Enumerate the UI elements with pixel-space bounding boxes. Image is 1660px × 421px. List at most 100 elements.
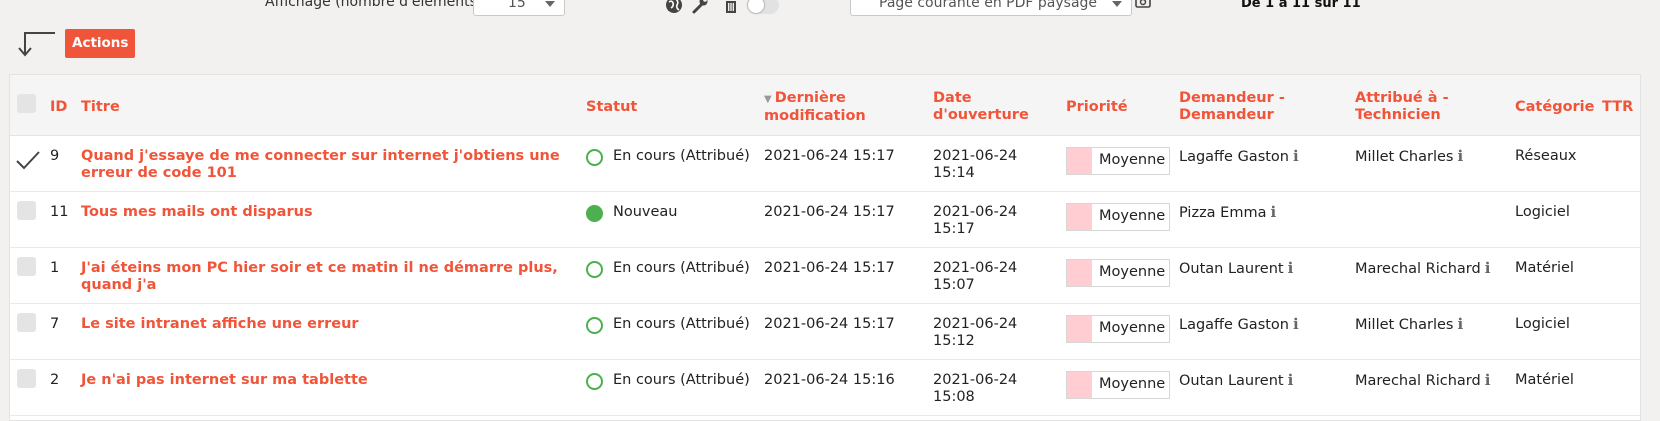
ticket-modified: 2021-06-24 15:17 [764, 204, 895, 220]
checkmark-icon[interactable] [16, 150, 40, 170]
info-icon[interactable]: ℹ [1288, 259, 1294, 277]
ticket-opened: 2021-06-24 15:17 [933, 204, 1018, 237]
ticket-title-link[interactable]: Tous mes mails ont disparus [81, 204, 313, 221]
export-format-value: Page courante en PDF paysage [879, 0, 1098, 11]
col-last-modified[interactable]: ▼ Dernière modification [764, 90, 866, 125]
ticket-id: 7 [50, 316, 60, 332]
ticket-modified: 2021-06-24 15:17 [764, 260, 895, 276]
ticket-opened: 2021-06-24 15:08 [933, 372, 1018, 405]
ticket-modified: 2021-06-24 15:17 [764, 148, 895, 164]
ticket-category: Matériel [1515, 372, 1574, 388]
col-requester[interactable]: Demandeur - Demandeur [1179, 90, 1285, 124]
status-open-icon [586, 149, 603, 166]
ticket-category: Matériel [1515, 260, 1574, 276]
wrench-icon[interactable] [691, 0, 709, 14]
toggle-switch[interactable] [747, 0, 779, 14]
display-count-select[interactable]: 15 [473, 0, 565, 16]
ticket-opened: 2021-06-24 15:12 [933, 316, 1018, 349]
ticket-id: 9 [50, 148, 60, 164]
col-ttr[interactable]: TTR [1602, 99, 1633, 116]
col-open-date[interactable]: Date d'ouverture [933, 90, 1029, 124]
ticket-assigned: Marechal Richard ℹ [1355, 371, 1491, 390]
row-checkbox[interactable] [17, 313, 36, 332]
sort-desc-icon: ▼ [764, 94, 772, 105]
priority-swatch [1067, 260, 1092, 286]
ticket-id: 2 [50, 372, 60, 388]
tickets-table: ID Titre Statut ▼ Dernière modification D… [9, 74, 1641, 421]
arrow-down-left-icon [18, 32, 55, 57]
ticket-modified: 2021-06-24 15:16 [764, 372, 895, 388]
ticket-assigned: Marechal Richard ℹ [1355, 259, 1491, 278]
ticket-status: Nouveau [613, 204, 678, 220]
select-all-checkbox[interactable] [17, 94, 36, 113]
ticket-requester: Outan Laurent ℹ [1179, 371, 1294, 390]
trash-icon[interactable] [722, 0, 740, 14]
ticket-assigned: Millet Charles ℹ [1355, 147, 1464, 166]
priority-badge: Moyenne [1066, 259, 1170, 287]
table-row[interactable]: 9 Quand j'essaye de me connecter sur int… [10, 136, 1640, 192]
info-icon[interactable]: ℹ [1457, 315, 1463, 333]
status-open-icon [586, 317, 603, 334]
ticket-title-link[interactable]: Le site intranet affiche une erreur [81, 316, 359, 333]
ticket-title-link[interactable]: Je n'ai pas internet sur ma tablette [81, 372, 368, 389]
export-format-select[interactable]: Page courante en PDF paysage [850, 0, 1132, 16]
ticket-status: En cours (Attribué) [613, 148, 750, 164]
info-icon[interactable]: ℹ [1293, 147, 1299, 165]
info-icon[interactable]: ℹ [1270, 203, 1276, 221]
table-row[interactable]: 2 Je n'ai pas internet sur ma tablette E… [10, 360, 1640, 416]
row-checkbox[interactable] [17, 201, 36, 220]
table-row[interactable]: 11 Tous mes mails ont disparus Nouveau 2… [10, 192, 1640, 248]
info-icon[interactable]: ℹ [1485, 259, 1491, 277]
actions-row: Actions [0, 28, 1660, 62]
priority-badge: Moyenne [1066, 315, 1170, 343]
ticket-requester: Outan Laurent ℹ [1179, 259, 1294, 278]
info-icon[interactable]: ℹ [1293, 315, 1299, 333]
priority-swatch [1067, 148, 1092, 174]
globe-icon[interactable] [665, 0, 683, 14]
col-status[interactable]: Statut [586, 99, 637, 116]
row-checkbox[interactable] [17, 369, 36, 388]
col-id[interactable]: ID [50, 99, 67, 116]
table-row[interactable]: 7 Le site intranet affiche une erreur En… [10, 304, 1640, 360]
status-open-icon [586, 373, 603, 390]
priority-badge: Moyenne [1066, 203, 1170, 231]
status-open-icon [586, 261, 603, 278]
priority-swatch [1067, 372, 1092, 398]
ticket-requester: Pizza Emma ℹ [1179, 203, 1277, 222]
priority-swatch [1067, 316, 1092, 342]
info-icon[interactable]: ℹ [1457, 147, 1463, 165]
list-toolbar: Affichage (nombre d'éléments) 15 Page co… [0, 0, 1660, 18]
display-count-label: Affichage (nombre d'éléments) [265, 0, 483, 10]
info-icon[interactable]: ℹ [1485, 371, 1491, 389]
priority-badge: Moyenne [1066, 147, 1170, 175]
ticket-assigned: Millet Charles ℹ [1355, 315, 1464, 334]
ticket-modified: 2021-06-24 15:17 [764, 316, 895, 332]
ticket-category: Logiciel [1515, 316, 1570, 332]
ticket-status: En cours (Attribué) [613, 260, 750, 276]
display-count-value: 15 [508, 0, 526, 11]
row-checkbox[interactable] [17, 257, 36, 276]
ticket-title-link[interactable]: Quand j'essaye de me connecter sur inter… [81, 148, 560, 182]
col-category[interactable]: Catégorie [1515, 99, 1595, 116]
info-icon[interactable]: ℹ [1288, 371, 1294, 389]
toggle-knob [748, 0, 764, 13]
col-assigned[interactable]: Attribué à - Technicien [1355, 90, 1449, 124]
ticket-requester: Lagaffe Gaston ℹ [1179, 147, 1299, 166]
ticket-status: En cours (Attribué) [613, 372, 750, 388]
ticket-requester: Lagaffe Gaston ℹ [1179, 315, 1299, 334]
ticket-category: Logiciel [1515, 204, 1570, 220]
camera-icon[interactable] [1135, 0, 1151, 8]
table-header: ID Titre Statut ▼ Dernière modification D… [10, 75, 1640, 136]
actions-button[interactable]: Actions [65, 29, 136, 58]
pagination-info: De 1 à 11 sur 11 [1241, 0, 1361, 11]
ticket-category: Réseaux [1515, 148, 1577, 164]
chevron-down-icon [545, 1, 555, 7]
col-priority[interactable]: Priorité [1066, 99, 1128, 116]
ticket-id: 11 [50, 204, 69, 220]
table-row[interactable]: 1 J'ai éteins mon PC hier soir et ce mat… [10, 248, 1640, 304]
ticket-title-link[interactable]: J'ai éteins mon PC hier soir et ce matin… [81, 260, 558, 294]
status-new-icon [586, 205, 603, 222]
priority-swatch [1067, 204, 1092, 230]
col-title[interactable]: Titre [81, 99, 120, 116]
chevron-down-icon [1112, 1, 1122, 7]
